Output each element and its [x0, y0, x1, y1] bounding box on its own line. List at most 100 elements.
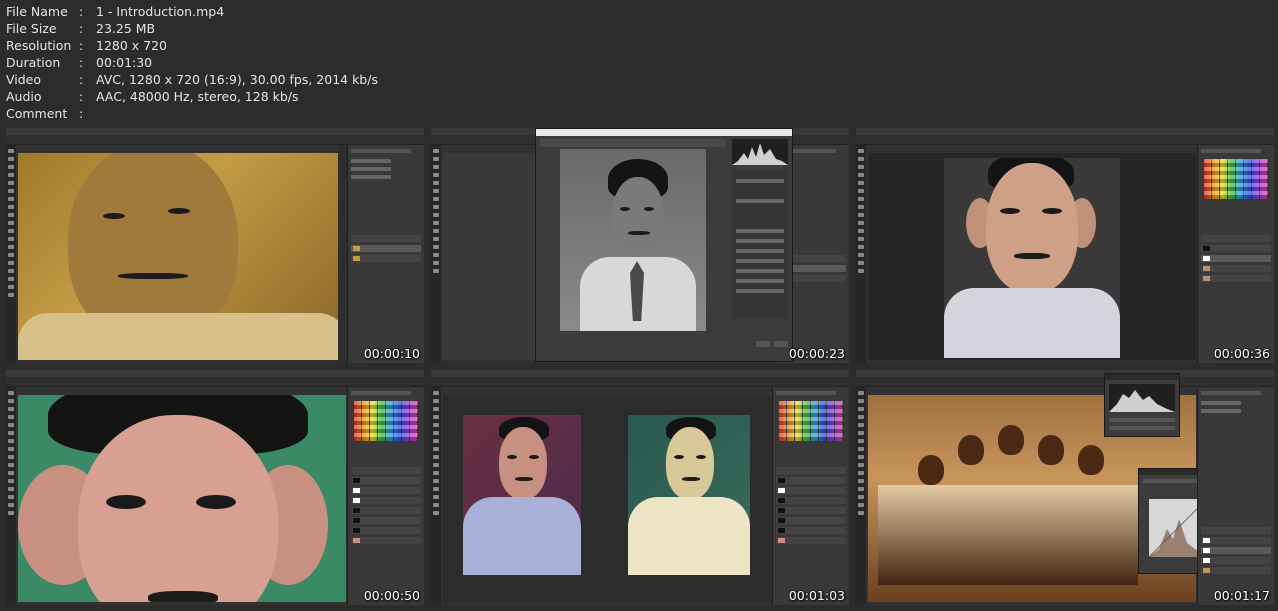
- face: [1038, 435, 1064, 465]
- duration-key: Duration: [6, 55, 61, 70]
- swatches-panel: [772, 387, 849, 605]
- file-name-key: File Name: [6, 4, 68, 19]
- portrait-left: [463, 415, 581, 575]
- eye: [674, 455, 684, 459]
- colon: :: [79, 106, 84, 121]
- ok-button[interactable]: [756, 341, 770, 347]
- face: [1078, 445, 1104, 475]
- timestamp: 00:01:03: [788, 588, 845, 603]
- shirt: [18, 313, 344, 360]
- file-size-row: File Size:23.25 MB: [6, 20, 378, 37]
- tools-panel: [856, 145, 866, 363]
- menu-bar: [6, 128, 424, 135]
- color-swatches[interactable]: [779, 401, 843, 441]
- photo-canvas: [443, 395, 771, 602]
- photo-canvas: [868, 153, 1196, 360]
- mustache: [118, 273, 188, 279]
- menu-bar: [6, 370, 424, 377]
- eye: [529, 455, 539, 459]
- face: [918, 455, 944, 485]
- swatches-panel: [1197, 387, 1274, 605]
- eye: [106, 495, 146, 509]
- eye: [620, 207, 630, 211]
- histogram: [732, 139, 788, 165]
- eye: [103, 213, 125, 219]
- colon: :: [79, 38, 84, 53]
- portrait: [944, 158, 1120, 358]
- file-name-row: File Name:1 - Introduction.mp4: [6, 3, 378, 20]
- shirt: [628, 497, 750, 575]
- face: [499, 427, 547, 499]
- dialog-toolbar: [540, 139, 726, 147]
- mustache: [682, 477, 700, 481]
- tools-panel: [856, 387, 866, 605]
- colon: :: [79, 89, 84, 104]
- resolution-row: Resolution:1280 x 720: [6, 37, 378, 54]
- audio-row: Audio: AAC, 48000 Hz, stereo, 128 kb/s: [6, 88, 378, 105]
- camera-raw-dialog[interactable]: [535, 128, 793, 362]
- comment-key: Comment: [6, 106, 68, 121]
- menu-bar: [431, 370, 849, 377]
- options-bar: [6, 377, 424, 387]
- audio-key: Audio: [6, 89, 42, 104]
- thumbnail-2[interactable]: 00:00:23: [431, 128, 849, 363]
- mustache: [148, 591, 218, 602]
- thumbnail-4[interactable]: 00:00:50: [6, 370, 424, 605]
- face: [998, 425, 1024, 455]
- resolution-value: 1280 x 720: [96, 38, 168, 53]
- eye: [168, 208, 190, 214]
- dialog-title-bar: [536, 129, 792, 136]
- eye: [696, 455, 706, 459]
- timestamp: 00:00:23: [788, 346, 845, 361]
- duration-row: Duration:00:01:30: [6, 54, 378, 71]
- colon: :: [79, 21, 84, 36]
- tools-panel: [431, 387, 441, 605]
- swatches-panel: [1197, 145, 1274, 363]
- colon: :: [79, 4, 84, 19]
- eye: [196, 495, 236, 509]
- histogram: [1109, 384, 1175, 412]
- preview-image: [560, 149, 706, 331]
- duration-value: 00:01:30: [96, 55, 153, 70]
- photo-canvas: [18, 395, 346, 602]
- thumbnail-5[interactable]: 00:01:03: [431, 370, 849, 605]
- face: [612, 177, 664, 255]
- color-swatches[interactable]: [354, 401, 418, 441]
- options-bar: [6, 135, 424, 145]
- file-info: File Name:1 - Introduction.mp4 File Size…: [6, 3, 378, 122]
- video-key: Video: [6, 72, 42, 87]
- photo-canvas: [18, 153, 344, 360]
- timestamp: 00:01:17: [1213, 588, 1270, 603]
- menu-bar: [856, 128, 1274, 135]
- timestamp: 00:00:50: [363, 588, 420, 603]
- video-row: Video: AVC, 1280 x 720 (16:9), 30.00 fps,…: [6, 71, 378, 88]
- cancel-button[interactable]: [774, 341, 788, 347]
- audio-value: AAC, 48000 Hz, stereo, 128 kb/s: [96, 89, 299, 104]
- video-value: AVC, 1280 x 720 (16:9), 30.00 fps, 2014 …: [96, 72, 378, 87]
- basic-panel: [732, 169, 788, 319]
- face: [958, 435, 984, 465]
- swatches-panel: [347, 387, 424, 605]
- eye: [507, 455, 517, 459]
- color-swatches[interactable]: [1204, 159, 1268, 199]
- thumbnail-3[interactable]: 00:00:36: [856, 128, 1274, 363]
- mustache: [515, 477, 533, 481]
- histogram-panel[interactable]: [1104, 373, 1180, 437]
- colon: :: [79, 72, 84, 87]
- menu-bar: [856, 370, 1274, 377]
- timestamp: 00:00:10: [363, 346, 420, 361]
- portrait-right: [628, 415, 750, 575]
- face: [986, 163, 1078, 293]
- file-name-value: 1 - Introduction.mp4: [96, 4, 225, 19]
- resolution-key: Resolution: [6, 38, 72, 53]
- group-bodies: [878, 485, 1138, 585]
- mustache: [628, 231, 650, 235]
- eye: [1000, 208, 1020, 214]
- tools-panel: [431, 145, 441, 363]
- shirt: [944, 288, 1120, 358]
- thumbnail-6[interactable]: 00:01:17: [856, 370, 1274, 605]
- thumbnail-1[interactable]: 00:00:10: [6, 128, 424, 363]
- mustache: [1014, 253, 1050, 259]
- thumbnail-grid: 00:00:10 00:00:23 00:00:36 00:00:50 00:0…: [6, 128, 1274, 608]
- file-size-value: 23.25 MB: [96, 21, 156, 36]
